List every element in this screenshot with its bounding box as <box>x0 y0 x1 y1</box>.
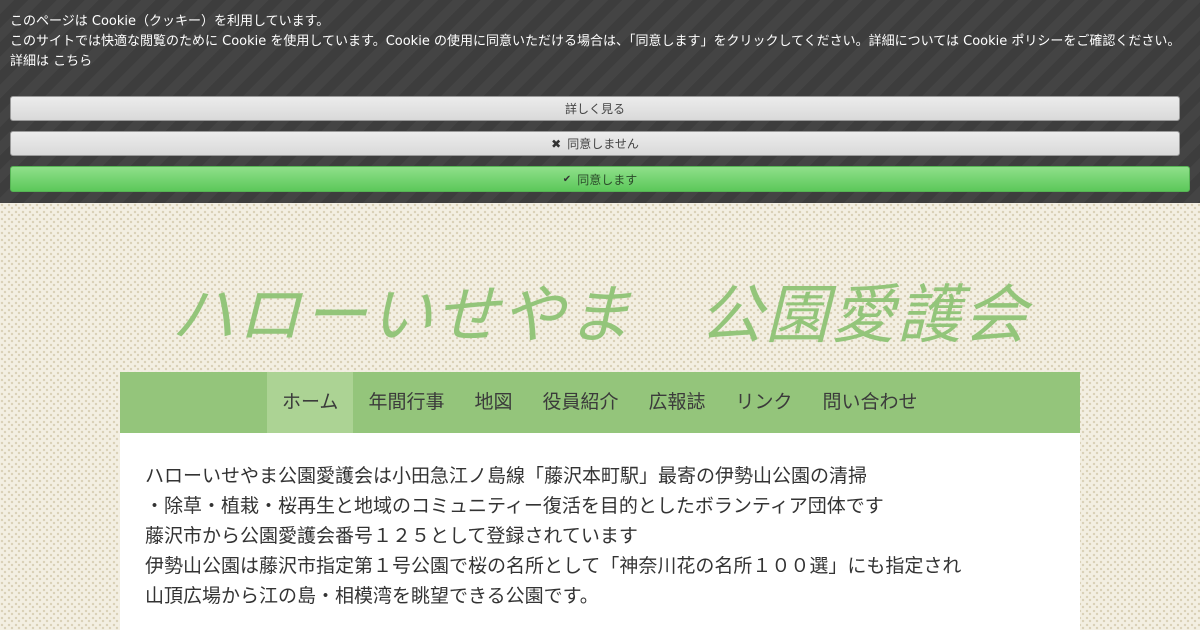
cookie-buttons: 詳しく見る ✖ 同意しません ✔ 同意します <box>10 96 1190 192</box>
nav-list: ホーム 年間行事 地図 役員紹介 広報誌 リンク 問い合わせ <box>267 372 933 433</box>
main-nav: ホーム 年間行事 地図 役員紹介 広報誌 リンク 問い合わせ <box>120 372 1080 433</box>
intro-line: 山頂広場から江の島・相模湾を眺望できる公園です。 <box>145 585 599 607</box>
nav-item-5[interactable]: リンク <box>721 372 808 433</box>
nav-item-6[interactable]: 問い合わせ <box>808 372 933 433</box>
more-info-label: 詳しく見る <box>564 102 625 116</box>
more-info-button[interactable]: 詳しく見る <box>10 96 1180 121</box>
check-icon: ✔ <box>562 173 572 185</box>
cookie-notice-title: このページは Cookie（クッキー）を利用しています。 <box>10 14 330 29</box>
intro-line: ・除草・植栽・桜再生と地域のコミュニティー復活を目的としたボランティア団体です <box>145 495 884 517</box>
nav-item-2[interactable]: 地図 <box>459 372 527 433</box>
decline-button[interactable]: ✖ 同意しません <box>10 131 1180 156</box>
accept-button[interactable]: ✔ 同意します <box>10 166 1190 192</box>
accept-label: 同意します <box>577 172 638 187</box>
intro-text: ハローいせやま公園愛護会は小田急江ノ島線「藤沢本町駅」最寄の伊勢山公園の清掃 ・除… <box>145 461 1080 611</box>
decline-label: 同意しません <box>567 137 639 151</box>
intro-content: ハローいせやま公園愛護会は小田急江ノ島線「藤沢本町駅」最寄の伊勢山公園の清掃 ・除… <box>120 433 1080 630</box>
nav-item-4[interactable]: 広報誌 <box>633 372 720 433</box>
cookie-details-line: 詳細は こちら <box>10 52 1190 72</box>
intro-line: ハローいせやま公園愛護会は小田急江ノ島線「藤沢本町駅」最寄の伊勢山公園の清掃 <box>145 465 868 487</box>
intro-line: 藤沢市から公園愛護会番号１２５として登録されています <box>145 525 638 547</box>
nav-item-3[interactable]: 役員紹介 <box>527 372 633 433</box>
cookie-notice-text: このサイトでは快適な閲覧のために Cookie を使用しています。Cookie … <box>10 34 1181 49</box>
close-icon: ✖ <box>551 136 562 151</box>
cookie-details-prefix: 詳細は <box>10 54 50 69</box>
site-title[interactable]: ハローいせやま 公園愛護会 <box>0 276 1200 356</box>
nav-item-0[interactable]: ホーム <box>267 372 354 433</box>
intro-line: 伊勢山公園は藤沢市指定第１号公園で桜の名所として「神奈川花の名所１００選」にも指… <box>145 555 962 577</box>
cookie-details-link[interactable]: こちら <box>53 54 92 69</box>
nav-item-1[interactable]: 年間行事 <box>353 372 459 433</box>
cookie-banner: このページは Cookie（クッキー）を利用しています。 このサイトでは快適な閲… <box>0 0 1200 203</box>
